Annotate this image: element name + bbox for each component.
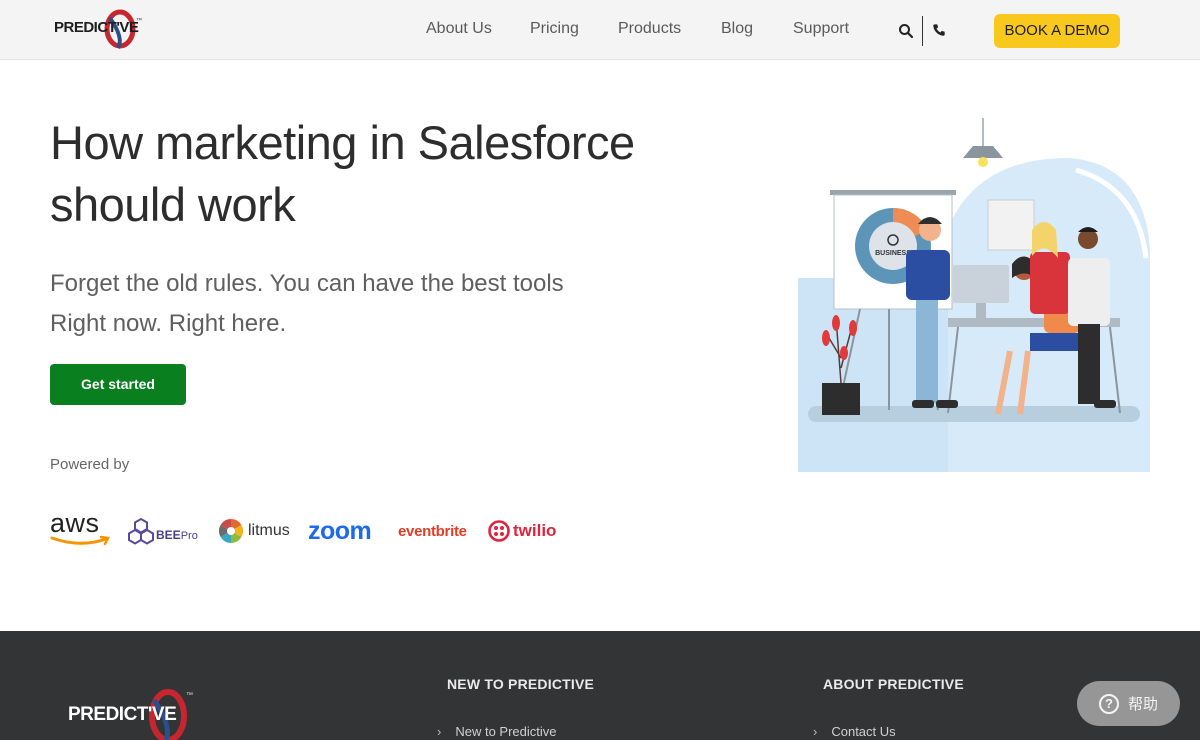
bee-suffix: Pro xyxy=(180,530,198,542)
get-started-button[interactable]: Get started xyxy=(50,364,186,405)
powered-by-label: Powered by xyxy=(50,456,130,473)
twilio-logo: twilio xyxy=(488,510,556,552)
litmus-logo: litmus xyxy=(218,510,290,552)
hero-title-line1: How marketing in Salesforce xyxy=(50,116,635,169)
logo-trademark: ™ xyxy=(136,18,142,24)
nav-products[interactable]: Products xyxy=(618,20,681,38)
eventbrite-logo-text: eventbrite xyxy=(398,522,467,540)
hero-title: How marketing in Salesforce should work xyxy=(50,112,750,236)
bee-text: BEE xyxy=(156,528,181,542)
zoom-logo-text: zoom xyxy=(308,516,372,545)
footer-link-new-to-predictive[interactable]: › New to Predictive xyxy=(437,724,557,739)
litmus-logo-text: litmus xyxy=(248,522,290,539)
footer-link-label: New to Predictive xyxy=(455,724,557,739)
bee-logo-text: BEEPro xyxy=(156,528,198,542)
bee-hexagon-icon xyxy=(128,517,154,545)
footer-logo-trademark: ™ xyxy=(186,692,193,699)
team-meeting-illustration: BUSINESS xyxy=(798,118,1150,472)
hero-sub-line2: Right now. Right here. xyxy=(50,310,287,337)
predictive-logo[interactable]: PREDICT'VE ™ xyxy=(54,8,144,54)
aws-smile-icon xyxy=(50,536,110,546)
footer-logo-text: PREDICT'VE xyxy=(68,704,177,725)
aws-logo-text: aws xyxy=(50,508,100,538)
eventbrite-logo: eventbrite xyxy=(398,510,467,552)
litmus-wheel-icon xyxy=(218,519,244,543)
nav-about-us[interactable]: About Us xyxy=(426,20,492,38)
aws-logo: aws xyxy=(50,510,110,552)
phone-icon[interactable] xyxy=(932,23,946,37)
nav-blog[interactable]: Blog xyxy=(721,20,753,38)
hero-title-line2: should work xyxy=(50,178,296,231)
footer-link-contact-us[interactable]: › Contact Us xyxy=(813,724,896,739)
nav-pricing[interactable]: Pricing xyxy=(530,20,579,38)
footer-link-label: Contact Us xyxy=(831,724,896,739)
book-demo-button[interactable]: BOOK A DEMO xyxy=(994,14,1120,48)
chevron-right-icon: › xyxy=(437,724,442,739)
help-widget-button[interactable]: ? 帮助 xyxy=(1077,681,1180,726)
footer-heading-about: ABOUT PREDICTIVE xyxy=(823,676,964,692)
beepro-logo: BEEPro xyxy=(128,510,198,552)
twilio-logo-text: twilio xyxy=(513,521,557,540)
zoom-logo: zoom xyxy=(308,510,372,552)
search-icon[interactable] xyxy=(898,23,914,39)
nav-support[interactable]: Support xyxy=(793,20,849,38)
chevron-right-icon: › xyxy=(813,724,818,739)
header-divider xyxy=(922,16,923,46)
site-header: PREDICT'VE ™ About Us Pricing Products B… xyxy=(0,0,1200,60)
logo-text: PREDICT'VE xyxy=(54,19,139,36)
footer-heading-new: NEW TO PREDICTIVE xyxy=(447,676,595,692)
help-widget-label: 帮助 xyxy=(1127,695,1158,713)
hero-subtitle: Forget the old rules. You can have the b… xyxy=(50,264,670,344)
illustration-business-label: BUSINESS xyxy=(875,250,911,257)
question-icon: ? xyxy=(1098,693,1119,714)
twilio-circle-icon xyxy=(488,520,510,542)
footer-logo[interactable]: PREDICT'VE ™ xyxy=(68,686,198,740)
hero-sub-line1: Forget the old rules. You can have the b… xyxy=(50,270,564,297)
